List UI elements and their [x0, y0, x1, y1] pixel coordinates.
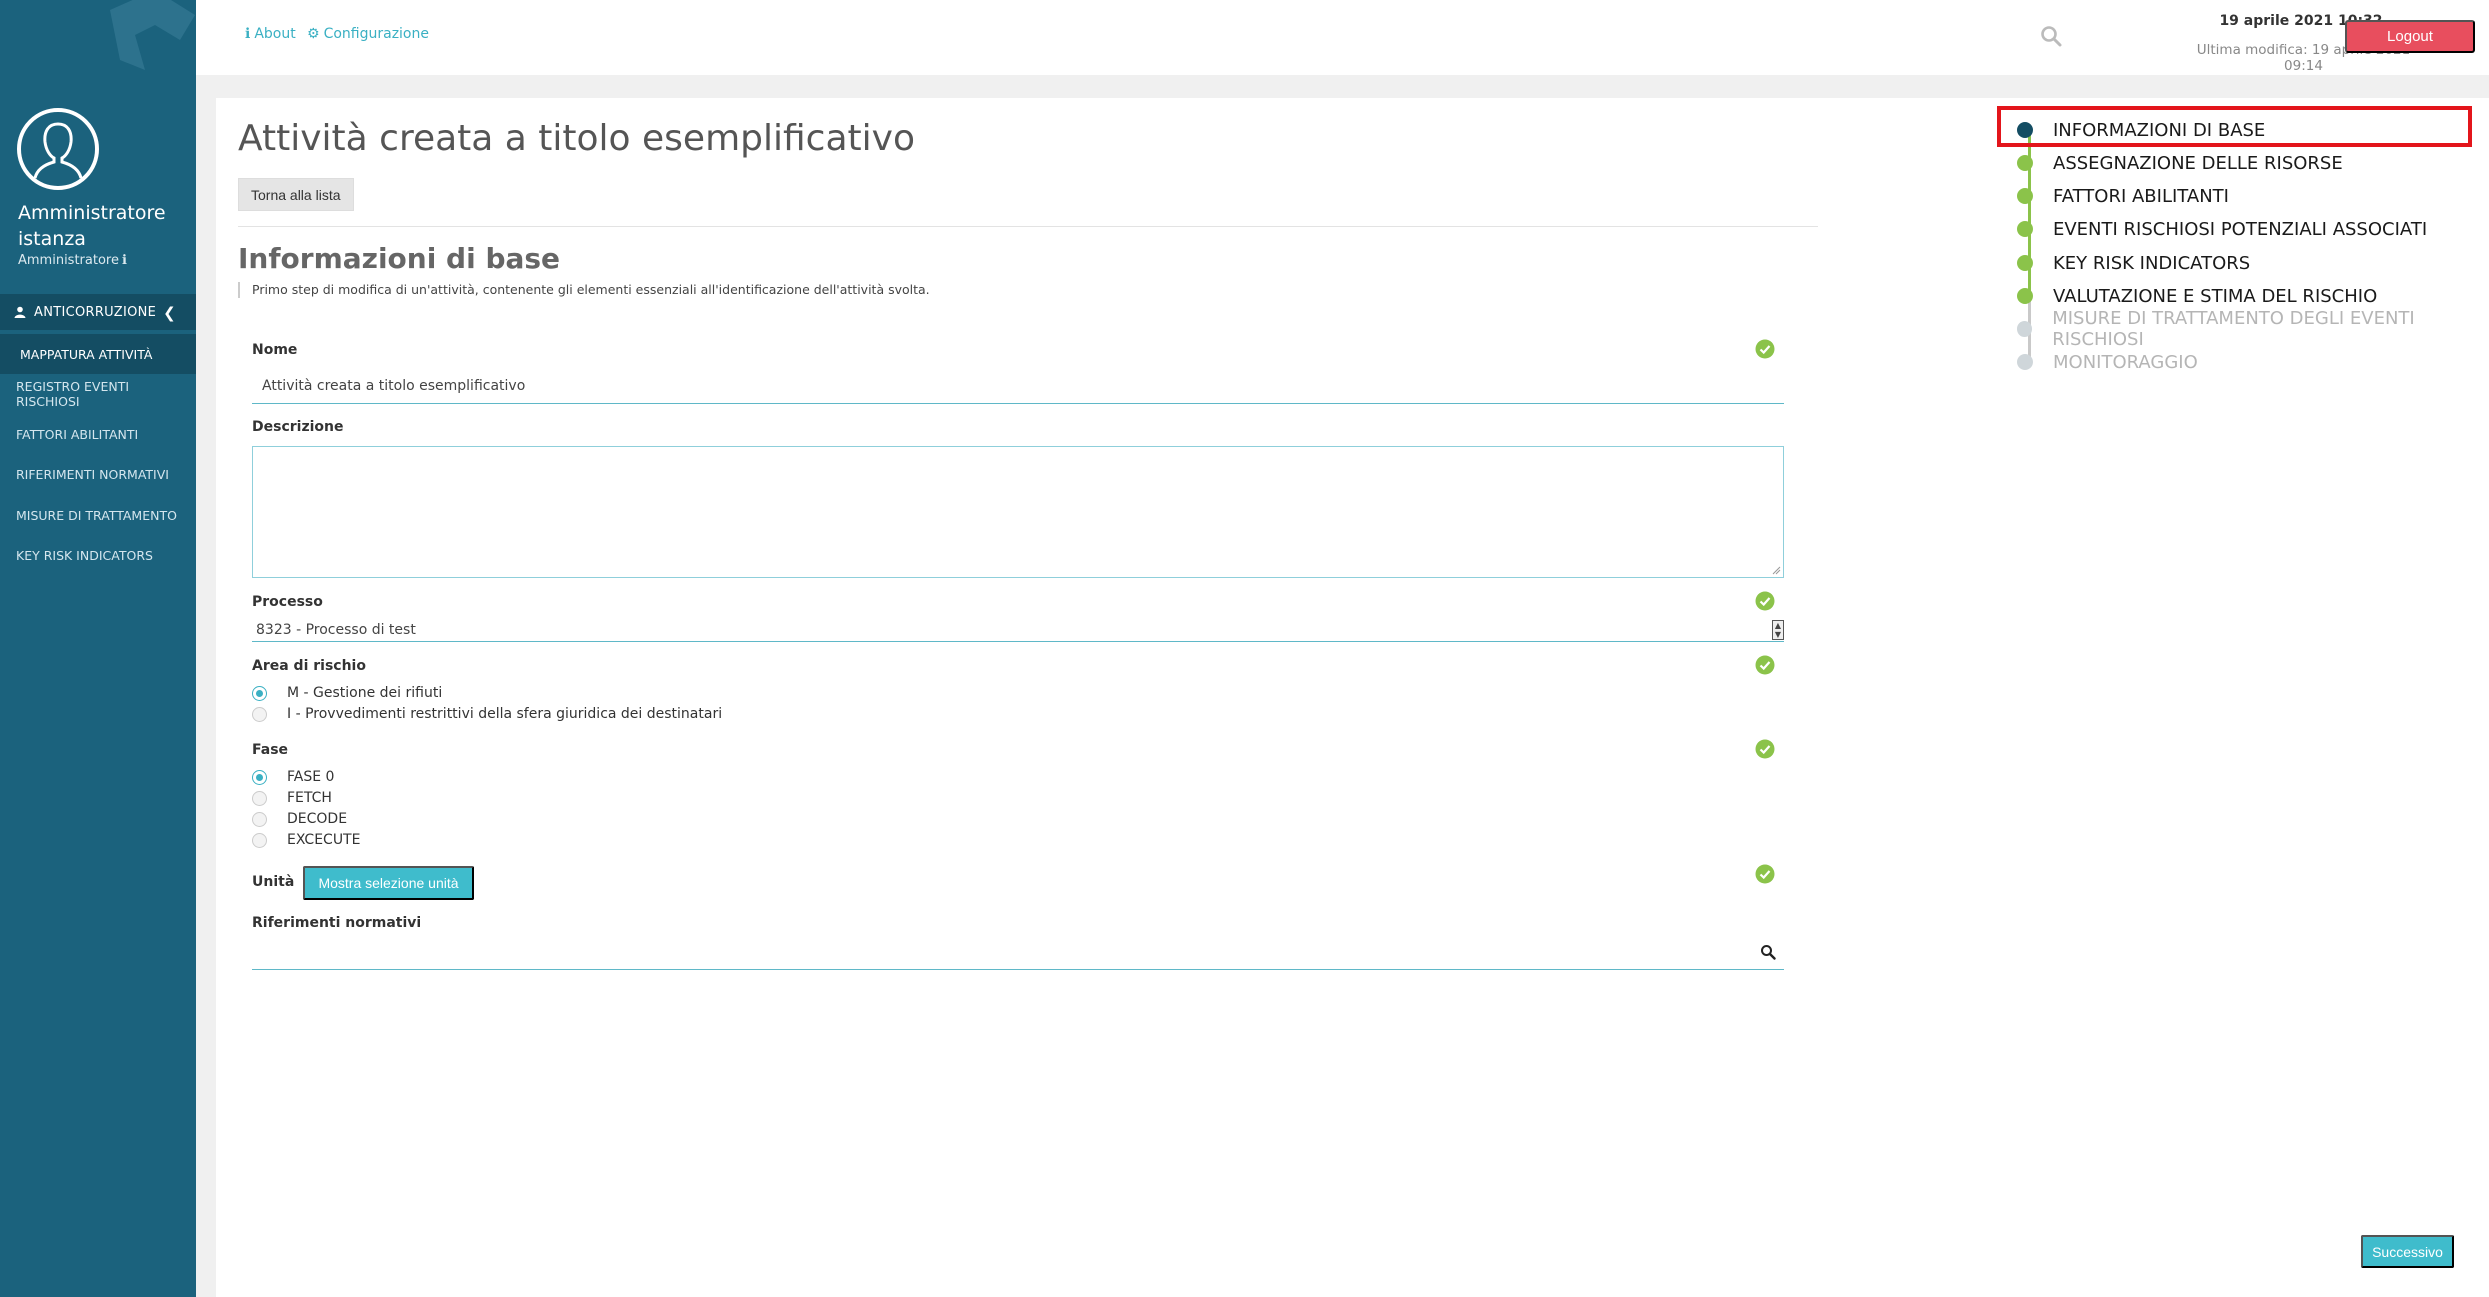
sidebar-item-fattori-abilitanti[interactable]: FATTORI ABILITANTI [0, 414, 196, 454]
step-dot [2017, 321, 2033, 337]
references-input[interactable] [252, 934, 1784, 970]
radio-button[interactable] [252, 811, 267, 827]
step-label: MONITORAGGIO [2053, 351, 2198, 373]
step-label: FATTORI ABILITANTI [2053, 185, 2229, 207]
phase-option-label: FETCH [287, 790, 332, 806]
step-dot [2017, 354, 2033, 370]
check-circle-icon [1755, 655, 1775, 675]
process-selected-value: 8323 - Processo di test [256, 621, 416, 638]
phase-option-label: FASE 0 [287, 769, 335, 785]
logout-button[interactable]: Logout [2345, 20, 2475, 53]
radio-button[interactable] [252, 706, 267, 722]
user-role-label: Amministratore [18, 253, 119, 268]
step-dot [2017, 288, 2033, 304]
next-button[interactable]: Successivo [2361, 1235, 2454, 1268]
resize-grip-icon[interactable] [1771, 565, 1781, 575]
chevron-left-icon[interactable]: ❮ [163, 304, 176, 322]
search-icon[interactable] [1760, 944, 1776, 960]
step-assegnazione-delle-risorse[interactable]: ASSEGNAZIONE DELLE RISORSE [2017, 149, 2343, 177]
sidebar-item-registro-eventi-rischiosi[interactable]: REGISTRO EVENTI RISCHIOSI [0, 374, 196, 414]
user-icon [14, 306, 26, 318]
step-label: EVENTI RISCHIOSI POTENZIALI ASSOCIATI [2053, 218, 2428, 240]
step-label: VALUTAZIONE E STIMA DEL RISCHIO [2053, 285, 2378, 307]
step-label: MISURE DI TRATTAMENTO DEGLI EVENTI RISCH… [2052, 308, 2415, 350]
phase-option-decode[interactable]: DECODE [252, 811, 347, 827]
process-label: Processo [252, 594, 323, 610]
process-select[interactable]: 8323 - Processo di test ▲ ▼ [252, 618, 1784, 642]
page-title: Attività creata a titolo esemplificativo [238, 118, 915, 159]
phase-option-excecute[interactable]: EXCECUTE [252, 832, 360, 848]
section-description: Primo step di modifica di un'attività, c… [238, 282, 930, 298]
brand-logo-icon [110, 0, 195, 70]
show-unit-selection-button[interactable]: Mostra selezione unità [303, 866, 474, 900]
name-input[interactable]: Attività creata a titolo esemplificativo [252, 368, 1784, 404]
step-valutazione-e-stima-del-rischio[interactable]: VALUTAZIONE E STIMA DEL RISCHIO [2017, 282, 2377, 310]
check-circle-icon [1755, 591, 1775, 611]
back-to-list-button[interactable]: Torna alla lista [238, 178, 354, 211]
risk-area-option-m[interactable]: M - Gestione dei rifiuti [252, 685, 442, 701]
check-circle-icon [1755, 739, 1775, 759]
gear-icon: ⚙ [307, 26, 320, 42]
step-label: ASSEGNAZIONE DELLE RISORSE [2053, 152, 2343, 174]
radio-button[interactable] [252, 832, 267, 848]
step-eventi-rischiosi-potenziali-associati[interactable]: EVENTI RISCHIOSI POTENZIALI ASSOCIATI [2017, 215, 2427, 243]
user-name: Amministratore istanza [18, 202, 166, 250]
radio-button[interactable] [252, 769, 267, 785]
sidebar-item-mappatura-attivita[interactable]: MAPPATURA ATTIVITÀ [0, 334, 196, 374]
step-fattori-abilitanti[interactable]: FATTORI ABILITANTI [2017, 182, 2229, 210]
top-bar: ℹ About ⚙ Configurazione 19 aprile 2021 10… [196, 0, 2489, 75]
step-label: KEY RISK INDICATORS [2053, 252, 2251, 274]
user-silhouette-icon [33, 122, 83, 179]
step-dot [2017, 221, 2033, 237]
config-link[interactable]: ⚙ Configurazione [307, 26, 429, 42]
radio-button[interactable] [252, 685, 267, 701]
risk-area-option-label: M - Gestione dei rifiuti [287, 685, 443, 701]
current-step-highlight [1997, 106, 2472, 147]
references-label: Riferimenti normativi [252, 915, 422, 931]
about-label: About [254, 26, 296, 42]
radio-button[interactable] [252, 790, 267, 806]
step-key-risk-indicators[interactable]: KEY RISK INDICATORS [2017, 249, 2250, 277]
search-icon[interactable] [2039, 24, 2063, 48]
phase-option-label: EXCECUTE [287, 832, 361, 848]
phase-option-fetch[interactable]: FETCH [252, 790, 332, 806]
step-dot [2017, 155, 2033, 171]
sidebar: Amministratore istanza Amministratore ℹ A… [0, 0, 196, 1297]
about-link[interactable]: ℹ About [245, 26, 296, 42]
phase-option-label: DECODE [287, 811, 348, 827]
unit-label: Unità [252, 874, 295, 890]
check-circle-icon [1755, 339, 1775, 359]
risk-area-label: Area di rischio [252, 658, 366, 674]
description-label: Descrizione [252, 419, 344, 435]
info-icon: ℹ [245, 26, 251, 42]
risk-area-option-label: I - Provvedimenti restrittivi della sfer… [287, 706, 723, 722]
dropdown-arrow-icon[interactable]: ▲ ▼ [1772, 620, 1784, 640]
step-misure-di-trattamento[interactable]: MISURE DI TRATTAMENTO DEGLI EVENTI RISCH… [2017, 308, 2489, 350]
config-label: Configurazione [323, 26, 429, 42]
section-title: Informazioni di base [238, 242, 561, 275]
phase-label: Fase [252, 742, 289, 758]
sidebar-item-key-risk-indicators[interactable]: KEY RISK INDICATORS [0, 535, 196, 575]
avatar[interactable] [17, 108, 99, 190]
check-circle-icon [1755, 864, 1775, 884]
menu-section-label: ANTICORRUZIONE [34, 304, 157, 320]
main-panel: Attività creata a titolo esemplificativo… [216, 98, 2489, 1297]
step-dot [2017, 255, 2033, 271]
menu-section-anticorruzione[interactable]: ANTICORRUZIONE ❮ [0, 294, 196, 330]
description-textarea[interactable] [252, 446, 1784, 578]
divider [238, 226, 1818, 227]
user-role: Amministratore ℹ [18, 253, 127, 268]
sidebar-item-riferimenti-normativi[interactable]: RIFERIMENTI NORMATIVI [0, 454, 196, 494]
phase-option-fase-0[interactable]: FASE 0 [252, 769, 334, 785]
step-monitoraggio[interactable]: MONITORAGGIO [2017, 348, 2198, 376]
name-label: Nome [252, 342, 298, 358]
sidebar-item-misure-di-trattamento[interactable]: MISURE DI TRATTAMENTO [0, 495, 196, 535]
info-icon[interactable]: ℹ [122, 253, 127, 268]
step-dot [2017, 188, 2033, 204]
risk-area-option-i[interactable]: I - Provvedimenti restrittivi della sfer… [252, 706, 722, 722]
